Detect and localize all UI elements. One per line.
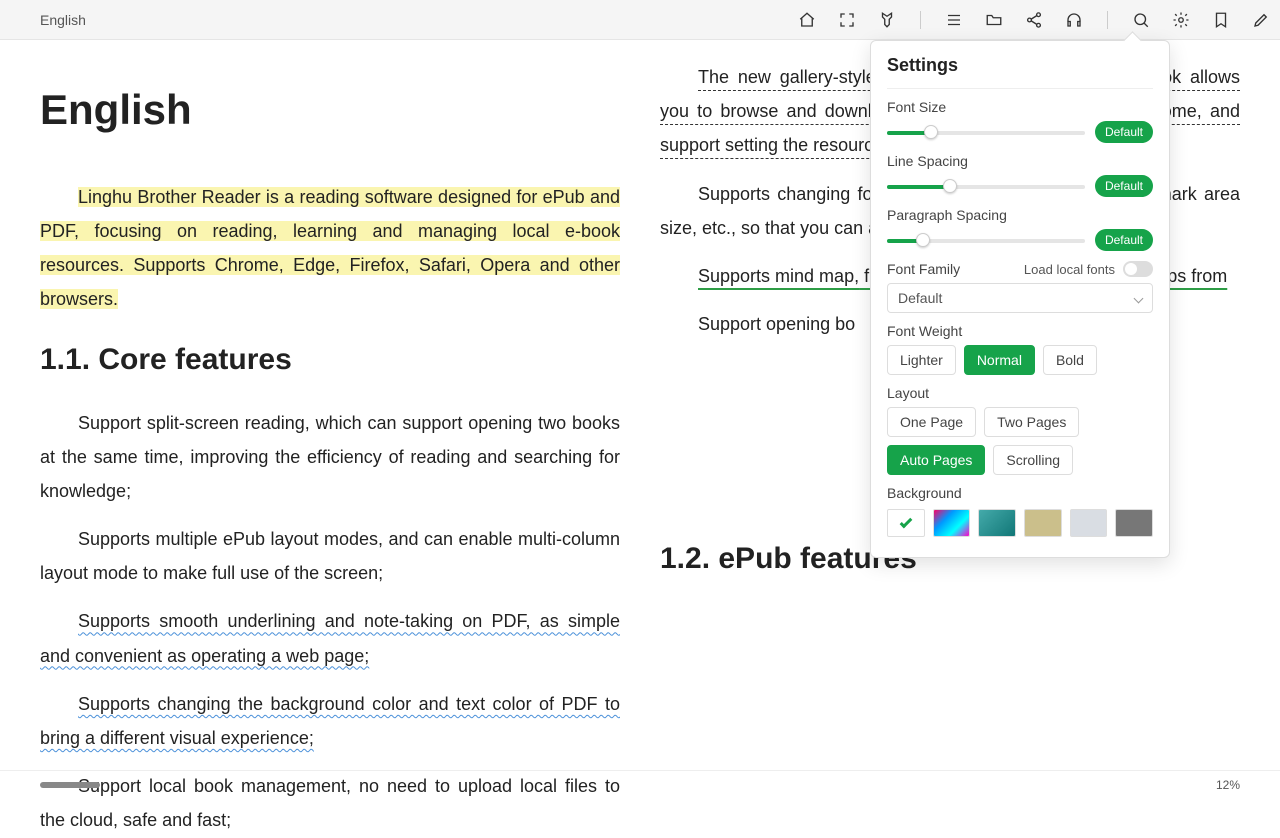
- edit-icon[interactable]: [1252, 11, 1270, 29]
- layout-options: One Page Two Pages Auto Pages Scrolling: [887, 407, 1153, 475]
- layout-auto-pages[interactable]: Auto Pages: [887, 445, 985, 475]
- highlight-yellow: Linghu Brother Reader is a reading softw…: [40, 187, 620, 310]
- menu-icon[interactable]: [945, 11, 963, 29]
- layout-two-pages[interactable]: Two Pages: [984, 407, 1079, 437]
- bg-swatch-teal[interactable]: [978, 509, 1016, 537]
- theme-icon[interactable]: [878, 11, 896, 29]
- footer: 12%: [0, 770, 1280, 800]
- font-size-default-button[interactable]: Default: [1095, 121, 1153, 143]
- font-weight-normal[interactable]: Normal: [964, 345, 1035, 375]
- layout-label: Layout: [887, 385, 1153, 401]
- left-column: English Linghu Brother Reader is a readi…: [20, 60, 640, 770]
- settings-panel: Settings Font Size Default Line Spacing …: [870, 40, 1170, 558]
- font-weight-lighter[interactable]: Lighter: [887, 345, 956, 375]
- doc-heading-1: English: [40, 70, 620, 150]
- separator: [920, 11, 921, 29]
- layout-one-page[interactable]: One Page: [887, 407, 976, 437]
- paragraph: Supports multiple ePub layout modes, and…: [40, 522, 620, 590]
- load-local-fonts-label: Load local fonts: [1024, 262, 1115, 277]
- line-spacing-default-button[interactable]: Default: [1095, 175, 1153, 197]
- font-family-value: Default: [898, 290, 942, 306]
- progress-percent: 12%: [1216, 778, 1240, 792]
- bg-swatch-gradient[interactable]: [933, 509, 971, 537]
- check-icon: [899, 515, 912, 528]
- settings-title: Settings: [887, 55, 1153, 89]
- font-weight-bold[interactable]: Bold: [1043, 345, 1097, 375]
- font-weight-label: Font Weight: [887, 323, 1153, 339]
- font-weight-options: Lighter Normal Bold: [887, 345, 1153, 375]
- fullscreen-icon[interactable]: [838, 11, 856, 29]
- top-bar: English: [0, 0, 1280, 40]
- separator: [1107, 11, 1108, 29]
- font-size-slider[interactable]: [887, 124, 1085, 140]
- paragraph: Supports changing the background color a…: [40, 687, 620, 755]
- line-spacing-slider[interactable]: [887, 178, 1085, 194]
- search-icon[interactable]: [1132, 11, 1150, 29]
- load-local-fonts-toggle[interactable]: [1123, 261, 1153, 277]
- settings-icon[interactable]: [1172, 11, 1190, 29]
- intro-paragraph: Linghu Brother Reader is a reading softw…: [40, 180, 620, 317]
- progress-bar[interactable]: [40, 782, 100, 788]
- paragraph: Supports smooth underlining and note-tak…: [40, 604, 620, 672]
- background-swatches: [887, 509, 1153, 537]
- paragraph-spacing-label: Paragraph Spacing: [887, 207, 1153, 223]
- home-icon[interactable]: [798, 11, 816, 29]
- paragraph-spacing-slider[interactable]: [887, 232, 1085, 248]
- font-size-label: Font Size: [887, 99, 1153, 115]
- font-family-label: Font Family: [887, 261, 960, 277]
- folder-icon[interactable]: [985, 11, 1003, 29]
- headphones-icon[interactable]: [1065, 11, 1083, 29]
- underline-wavy: Supports changing the background color a…: [40, 694, 620, 748]
- page-title: English: [40, 12, 798, 28]
- bg-swatch-grey[interactable]: [1070, 509, 1108, 537]
- bookmark-icon[interactable]: [1212, 11, 1230, 29]
- bg-swatch-sepia[interactable]: [1024, 509, 1062, 537]
- bg-swatch-dark[interactable]: [1115, 509, 1153, 537]
- toolbar: [798, 11, 1270, 29]
- underline-wavy: Supports smooth underlining and note-tak…: [40, 611, 620, 665]
- paragraph: Support split-screen reading, which can …: [40, 406, 620, 509]
- share-icon[interactable]: [1025, 11, 1043, 29]
- layout-scrolling[interactable]: Scrolling: [993, 445, 1073, 475]
- background-label: Background: [887, 485, 1153, 501]
- bg-swatch-white[interactable]: [887, 509, 925, 537]
- underline-green: Supports mind map,: [698, 266, 859, 286]
- chevron-down-icon: [1134, 293, 1144, 303]
- font-family-select[interactable]: Default: [887, 283, 1153, 313]
- line-spacing-label: Line Spacing: [887, 153, 1153, 169]
- paragraph-spacing-default-button[interactable]: Default: [1095, 229, 1153, 251]
- doc-heading-core: 1.1. Core features: [40, 331, 620, 388]
